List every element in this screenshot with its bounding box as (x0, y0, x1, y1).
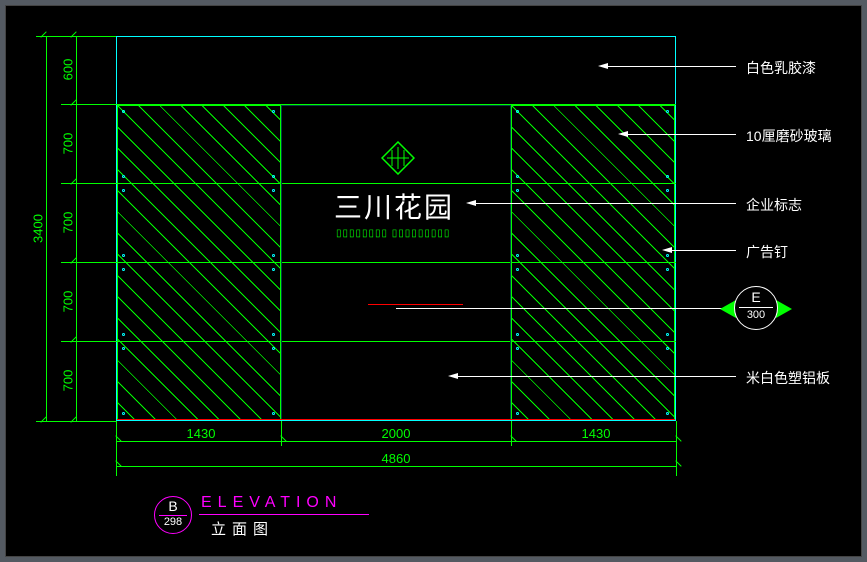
cad-canvas[interactable]: 三川花园 ▯▯▯▯▯▯▯▯ ▯▯▯▯▯▯▯▯▯ (5, 5, 862, 557)
glass-panel-right (511, 105, 675, 420)
fastener-icon (272, 175, 275, 178)
fastener-icon (666, 412, 669, 415)
dim-col-left: 1430 (176, 426, 226, 441)
dim-total-w: 4860 (371, 451, 421, 466)
fastener-icon (666, 189, 669, 192)
fastener-icon (666, 254, 669, 257)
fastener-icon (122, 254, 125, 257)
fastener-icon (272, 268, 275, 271)
fastener-icon (666, 347, 669, 350)
fastener-icon (666, 268, 669, 271)
bubble-letter: B (155, 497, 191, 515)
floor-line (117, 419, 675, 420)
fastener-icon (516, 412, 519, 415)
fastener-icon (122, 333, 125, 336)
fastener-icon (516, 189, 519, 192)
dim-col-right: 1430 (571, 426, 621, 441)
leader-paint (606, 66, 736, 67)
fastener-icon (122, 347, 125, 350)
fastener-icon (272, 110, 275, 113)
label-panel: 米白色塑铝板 (746, 368, 830, 388)
fastener-icon (122, 268, 125, 271)
fastener-icon (272, 254, 275, 257)
fastener-icon (516, 254, 519, 257)
section-mark-e: E 300 (734, 286, 778, 330)
fastener-icon (516, 110, 519, 113)
fastener-icon (122, 189, 125, 192)
dim-col-mid: 2000 (371, 426, 421, 441)
vdim-total (46, 36, 47, 421)
fastener-icon (516, 333, 519, 336)
leader-section (396, 308, 726, 309)
fastener-icon (272, 347, 275, 350)
dim-total-h: 3400 (31, 209, 46, 249)
fastener-icon (666, 175, 669, 178)
leader-nail (670, 250, 736, 251)
fastener-icon (272, 412, 275, 415)
label-glass: 10厘磨砂玻璃 (746, 126, 832, 146)
leader-glass (626, 134, 736, 135)
hdim-near (116, 441, 676, 442)
drawing-title-en: ELEVATION (201, 494, 342, 512)
vdim-near (76, 36, 77, 421)
signage-subtitle: ▯▯▯▯▯▯▯▯ ▯▯▯▯▯▯▯▯▯ (336, 228, 450, 239)
leader-logo (474, 203, 736, 204)
fastener-icon (516, 347, 519, 350)
glass-panel-left (117, 105, 281, 420)
dim-row2: 700 (61, 203, 76, 243)
bubble-sheet: 298 (159, 515, 187, 529)
red-detail-line (368, 304, 463, 305)
fastener-icon (122, 110, 125, 113)
fastener-icon (272, 189, 275, 192)
fastener-icon (516, 175, 519, 178)
leader-panel (456, 376, 736, 377)
label-paint: 白色乳胶漆 (746, 58, 816, 78)
dim-row-top: 600 (61, 50, 76, 90)
fastener-icon (516, 268, 519, 271)
label-logo: 企业标志 (746, 195, 802, 215)
hdim-total (116, 466, 676, 467)
dim-row1: 700 (61, 124, 76, 164)
drawing-title-cn: 立面图 (211, 518, 274, 539)
section-letter: E (735, 287, 777, 307)
fastener-icon (122, 412, 125, 415)
fastener-icon (666, 333, 669, 336)
section-sheet: 300 (739, 307, 773, 322)
dim-row3: 700 (61, 282, 76, 322)
fastener-icon (666, 110, 669, 113)
fastener-icon (272, 333, 275, 336)
signage-title: 三川花园 (334, 186, 454, 226)
title-underline (199, 514, 369, 515)
fastener-icon (122, 175, 125, 178)
drawing-area: 三川花园 ▯▯▯▯▯▯▯▯ ▯▯▯▯▯▯▯▯▯ (6, 6, 861, 556)
company-logo-icon (381, 141, 415, 175)
label-nail: 广告钉 (746, 242, 788, 262)
dim-row4: 700 (61, 361, 76, 401)
